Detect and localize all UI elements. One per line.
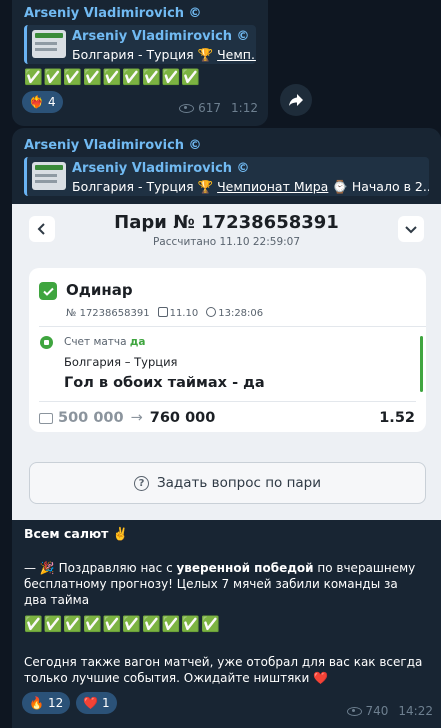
chevron-down-icon: [405, 226, 417, 234]
message-paragraph-1: — 🎉 Поздравляю нас с уверенной победой п…: [24, 561, 416, 607]
calendar-icon: [157, 307, 168, 317]
wallet-icon: [39, 412, 53, 424]
sender-name[interactable]: Arseniy Vladimirovich ©: [24, 138, 202, 153]
forward-text: Болгария - Турция 🏆 Чемпионат Мира ⌚ Нач…: [72, 179, 429, 194]
message-meta: 617 1:12: [179, 101, 258, 115]
checkmarks-row: ✅✅✅✅✅✅✅✅✅✅: [24, 615, 221, 633]
bet-date: 11.10: [169, 308, 199, 319]
message-paragraph-2: Сегодня также вагон матчей, уже отобрал …: [24, 655, 423, 685]
message-greeting: Всем салют ✌️: [24, 526, 129, 541]
forwarded-preview[interactable]: Arseniy Vladimirovich © Болгария - Турци…: [24, 157, 429, 196]
preview-thumbnail: [32, 162, 66, 190]
win-check-icon: [39, 282, 57, 300]
stake-row: 500 000 → 760 000 1.52: [39, 410, 415, 426]
reaction-count: 4: [47, 95, 56, 109]
bet-title: Пари № 17238658391: [114, 212, 339, 233]
stake-amount: 500 000: [58, 410, 124, 426]
views-eye-icon: [346, 706, 362, 716]
bet-time: 13:28:06: [218, 308, 264, 319]
heart-icon: ❤️: [83, 696, 98, 710]
reaction-heart[interactable]: ❤️ 1: [76, 692, 117, 714]
reaction-count: 12: [47, 696, 64, 710]
forward-text: Болгария - Турция 🏆 Чемп...: [72, 47, 256, 62]
arrow-right-icon: →: [130, 410, 143, 426]
reaction-count: 1: [101, 696, 110, 710]
sender-name[interactable]: Arseniy Vladimirovich ©: [24, 6, 202, 21]
market-label: Счет матча да: [64, 336, 146, 348]
ask-question-label: Задать вопрос по пари: [156, 475, 322, 491]
heart-fire-icon: ❤️‍🔥: [29, 95, 44, 109]
message-bubble-1[interactable]: Arseniy Vladimirovich © Arseniy Vladimir…: [12, 0, 268, 126]
checkmarks-row: ✅✅✅✅✅✅✅✅✅: [24, 68, 202, 86]
share-arrow-icon: [289, 94, 303, 106]
message-time: 1:12: [231, 101, 258, 115]
question-icon: ?: [133, 475, 149, 491]
fire-icon: 🔥: [29, 696, 44, 710]
bet-meta: № 17238658391 11.10 13:28:06: [66, 307, 263, 319]
message-meta: 740 14:22: [346, 704, 433, 718]
expand-button[interactable]: [398, 216, 424, 242]
ask-question-button[interactable]: ? Задать вопрос по пари: [29, 462, 426, 504]
views-eye-icon: [179, 103, 195, 113]
forward-sender-name: Arseniy Vladimirovich ©: [72, 29, 250, 44]
match-name: Болгария – Турция: [64, 355, 178, 369]
views-count: 617: [198, 101, 222, 115]
odds-value: 1.52: [379, 410, 415, 426]
reaction-fire[interactable]: 🔥 12: [22, 692, 71, 714]
clock-icon: [206, 307, 217, 317]
football-icon: [40, 336, 53, 349]
bet-receipt-image[interactable]: Пари № 17238658391 Рассчитано 11.10 22:5…: [12, 204, 441, 520]
forwarded-preview[interactable]: Arseniy Vladimirovich © Болгария - Турци…: [24, 25, 256, 64]
calculated-time: Рассчитано 11.10 22:59:07: [152, 236, 301, 248]
reaction-heart-fire[interactable]: ❤️‍🔥 4: [22, 91, 63, 113]
share-button[interactable]: [280, 84, 312, 116]
message-bubble-2[interactable]: Arseniy Vladimirovich © Arseniy Vladimir…: [12, 128, 441, 728]
payout-amount: 760 000: [149, 410, 216, 426]
divider: [39, 401, 416, 402]
bet-card: Одинар № 17238658391 11.10 13:28:06 Счет…: [29, 268, 426, 432]
bet-outcome: Гол в обоих таймах - да: [64, 375, 265, 391]
bet-number: № 17238658391: [66, 307, 150, 319]
win-indicator-bar: [420, 336, 423, 392]
message-time: 14:22: [398, 704, 433, 718]
bet-type: Одинар: [66, 281, 133, 299]
forward-sender-name: Arseniy Vladimirovich ©: [72, 161, 250, 176]
preview-thumbnail: [32, 30, 66, 58]
divider: [39, 326, 426, 327]
views-count: 740: [365, 704, 389, 718]
